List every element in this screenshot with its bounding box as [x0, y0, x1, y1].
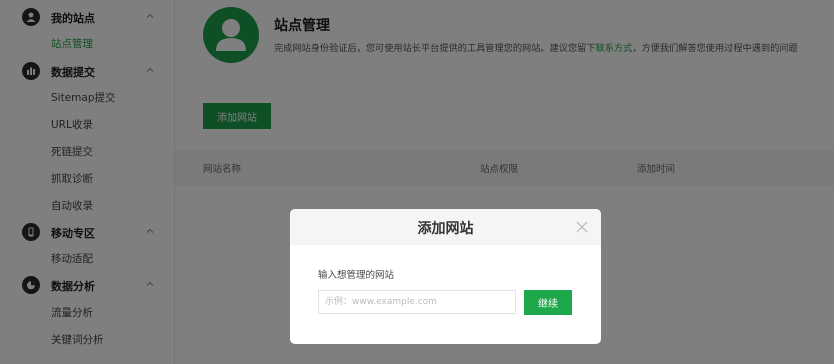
site-input-label: 输入想管理的网站 [318, 270, 395, 281]
close-icon[interactable] [574, 219, 590, 235]
site-url-input[interactable] [318, 290, 516, 314]
dialog-header: 添加网站 [290, 209, 601, 245]
continue-button[interactable]: 继续 [524, 290, 572, 315]
add-site-dialog: 添加网站 输入想管理的网站 继续 [290, 209, 601, 344]
dialog-title: 添加网站 [417, 221, 474, 237]
